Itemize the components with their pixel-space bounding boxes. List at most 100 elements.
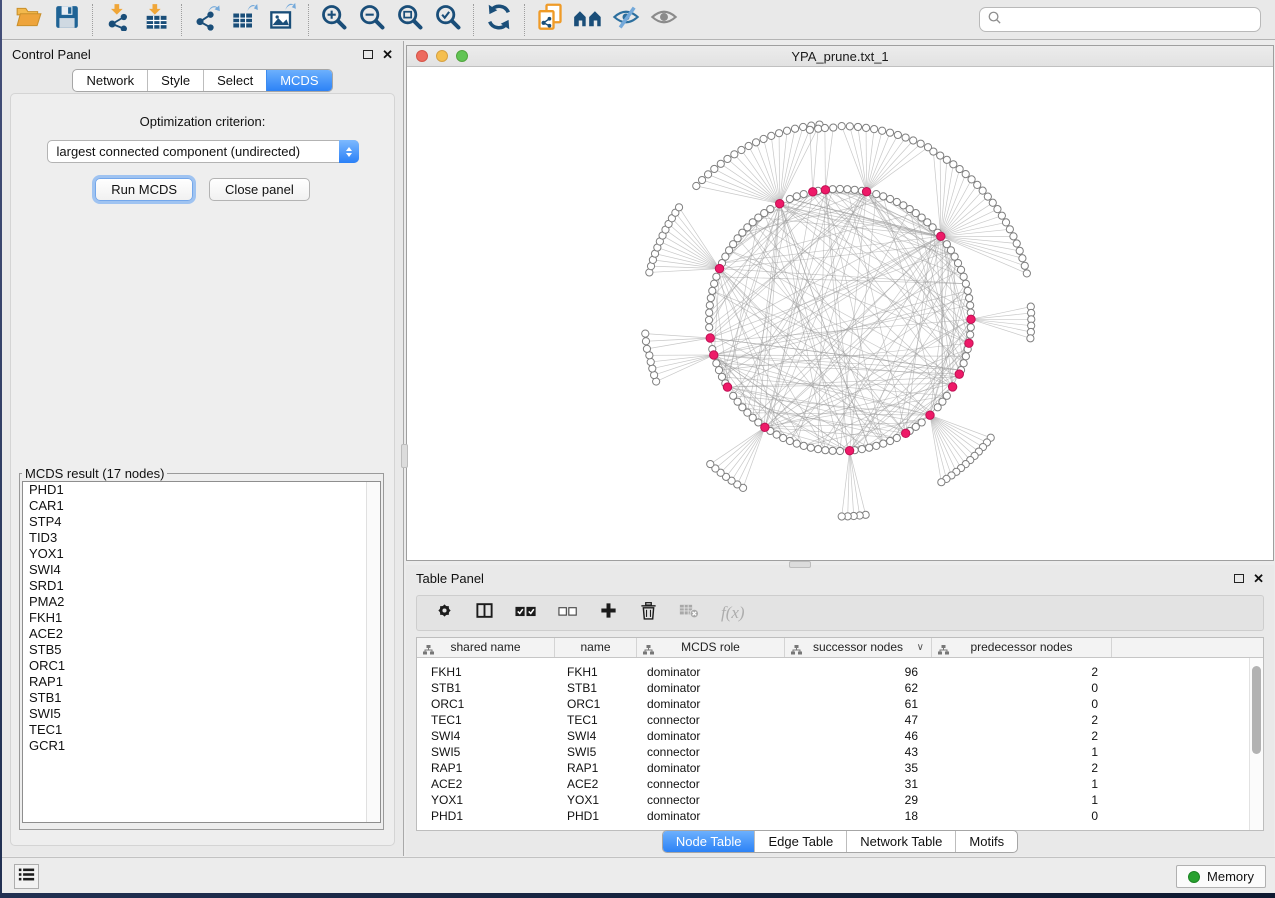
mcds-result-item[interactable]: ORC1 — [23, 658, 380, 674]
eye-icon — [650, 3, 678, 36]
import-table-button[interactable] — [137, 3, 175, 37]
task-history-button[interactable] — [14, 864, 39, 889]
cell-successor-nodes: 96 — [785, 664, 932, 680]
mcds-result-item[interactable]: STP4 — [23, 514, 380, 530]
mcds-result-list[interactable]: PHD1CAR1STP4TID3YOX1SWI4SRD1PMA2FKH1ACE2… — [22, 481, 381, 823]
run-mcds-button[interactable]: Run MCDS — [95, 178, 193, 201]
tab-style[interactable]: Style — [147, 70, 203, 91]
mcds-result-item[interactable]: SWI5 — [23, 706, 380, 722]
column-header-successor-nodes[interactable]: successor nodes∨ — [785, 638, 932, 657]
vertical-splitter-handle[interactable] — [401, 444, 408, 468]
cell-name: SWI5 — [555, 744, 637, 760]
mcds-result-item[interactable]: RAP1 — [23, 674, 380, 690]
column-label: predecessor nodes — [970, 640, 1072, 654]
table-row[interactable]: SWI5SWI5connector431 — [417, 744, 1249, 760]
float-panel-icon[interactable] — [1234, 574, 1244, 583]
mcds-result-item[interactable]: SRD1 — [23, 578, 380, 594]
table-scrollbar-thumb[interactable] — [1252, 666, 1261, 754]
toolbar-separator — [473, 4, 474, 36]
mcds-result-item[interactable]: STB5 — [23, 642, 380, 658]
cell-shared-name: PHD1 — [417, 808, 555, 824]
table-row[interactable]: SWI4SWI4dominator462 — [417, 728, 1249, 744]
close-window-icon[interactable] — [416, 50, 428, 62]
close-panel-icon[interactable]: ✕ — [382, 50, 393, 60]
optimization-criterion-select[interactable]: largest connected component (undirected) — [47, 140, 359, 163]
mcds-result-item[interactable]: FKH1 — [23, 610, 380, 626]
column-header-MCDS-role[interactable]: MCDS role — [637, 638, 785, 657]
table-scrollbar[interactable] — [1249, 658, 1263, 830]
tab-edge-table[interactable]: Edge Table — [754, 831, 846, 852]
tab-motifs[interactable]: Motifs — [955, 831, 1017, 852]
mcds-result-item[interactable]: SWI4 — [23, 562, 380, 578]
network-graph[interactable] — [407, 67, 1273, 561]
zoom-out-button[interactable] — [353, 3, 391, 37]
table-panel-header: Table Panel ✕ — [406, 565, 1274, 592]
unselect-all-columns-icon[interactable] — [558, 604, 578, 623]
cell-shared-name: ACE2 — [417, 776, 555, 792]
table-row[interactable]: ORC1ORC1dominator610 — [417, 696, 1249, 712]
close-panel-button[interactable]: Close panel — [209, 178, 310, 201]
table-row[interactable]: ACE2ACE2connector311 — [417, 776, 1249, 792]
select-all-columns-icon[interactable] — [515, 603, 537, 624]
horizontal-splitter-handle[interactable] — [789, 561, 811, 568]
clone-network-button[interactable] — [531, 3, 569, 37]
zoom-fit-icon — [396, 3, 424, 36]
table-row[interactable]: STB1STB1dominator620 — [417, 680, 1249, 696]
zoom-in-button[interactable] — [315, 3, 353, 37]
table-row[interactable]: PHD1PHD1dominator180 — [417, 808, 1249, 824]
tab-network[interactable]: Network — [73, 70, 147, 91]
tab-mcds[interactable]: MCDS — [266, 70, 331, 91]
mcds-result-item[interactable]: TID3 — [23, 530, 380, 546]
column-header-predecessor-nodes[interactable]: predecessor nodes — [932, 638, 1112, 657]
tab-network-table[interactable]: Network Table — [846, 831, 955, 852]
show-columns-icon[interactable] — [475, 601, 494, 625]
mcds-result-item[interactable]: TEC1 — [23, 722, 380, 738]
tab-node-table[interactable]: Node Table — [663, 831, 755, 852]
mcds-result-item[interactable]: PHD1 — [23, 482, 380, 498]
delete-column-trash-icon[interactable] — [639, 601, 658, 626]
table-row[interactable]: FKH1FKH1dominator962 — [417, 664, 1249, 680]
open-file-button[interactable] — [10, 3, 48, 37]
import-network-button[interactable] — [99, 3, 137, 37]
memory-label: Memory — [1207, 869, 1254, 884]
export-table-button[interactable] — [226, 3, 264, 37]
mcds-result-item[interactable]: CAR1 — [23, 498, 380, 514]
table-settings-gear-icon[interactable] — [435, 601, 454, 625]
float-panel-icon[interactable] — [363, 50, 373, 59]
zoom-selected-button[interactable] — [429, 3, 467, 37]
mcds-result-item[interactable]: PMA2 — [23, 594, 380, 610]
column-header-shared-name[interactable]: shared name — [417, 638, 555, 657]
tab-select[interactable]: Select — [203, 70, 266, 91]
column-header-name[interactable]: name — [555, 638, 637, 657]
refresh-button[interactable] — [480, 3, 518, 37]
network-canvas[interactable] — [407, 67, 1273, 560]
mcds-result-item[interactable]: GCR1 — [23, 738, 380, 754]
cell-mcds-role: connector — [637, 712, 785, 728]
node-table-header: shared namenameMCDS rolesuccessor nodes∨… — [417, 638, 1263, 658]
minimize-window-icon[interactable] — [436, 50, 448, 62]
search-input[interactable] — [1002, 11, 1253, 28]
close-panel-icon[interactable]: ✕ — [1253, 574, 1264, 584]
export-image-button[interactable] — [264, 3, 302, 37]
hide-selected-button[interactable] — [607, 3, 645, 37]
mcds-result-item[interactable]: STB1 — [23, 690, 380, 706]
cell-predecessor-nodes: 2 — [932, 712, 1112, 728]
memory-button[interactable]: Memory — [1176, 865, 1266, 888]
mcds-result-item[interactable]: YOX1 — [23, 546, 380, 562]
export-network-button[interactable] — [188, 3, 226, 37]
network-title: YPA_prune.txt_1 — [791, 49, 888, 64]
maximize-window-icon[interactable] — [456, 50, 468, 62]
table-row[interactable]: YOX1YOX1connector291 — [417, 792, 1249, 808]
save-session-button[interactable] — [48, 3, 86, 37]
cell-successor-nodes: 61 — [785, 696, 932, 712]
cell-predecessor-nodes: 1 — [932, 744, 1112, 760]
zoom-fit-button[interactable] — [391, 3, 429, 37]
search-icon — [987, 10, 1002, 30]
create-column-plus-icon[interactable] — [599, 601, 618, 625]
table-row[interactable]: RAP1RAP1dominator352 — [417, 760, 1249, 776]
table-row[interactable]: TEC1TEC1connector472 — [417, 712, 1249, 728]
result-list-scrollbar[interactable] — [366, 482, 380, 822]
show-all-button[interactable] — [645, 3, 683, 37]
first-neighbors-button[interactable] — [569, 3, 607, 37]
mcds-result-item[interactable]: ACE2 — [23, 626, 380, 642]
